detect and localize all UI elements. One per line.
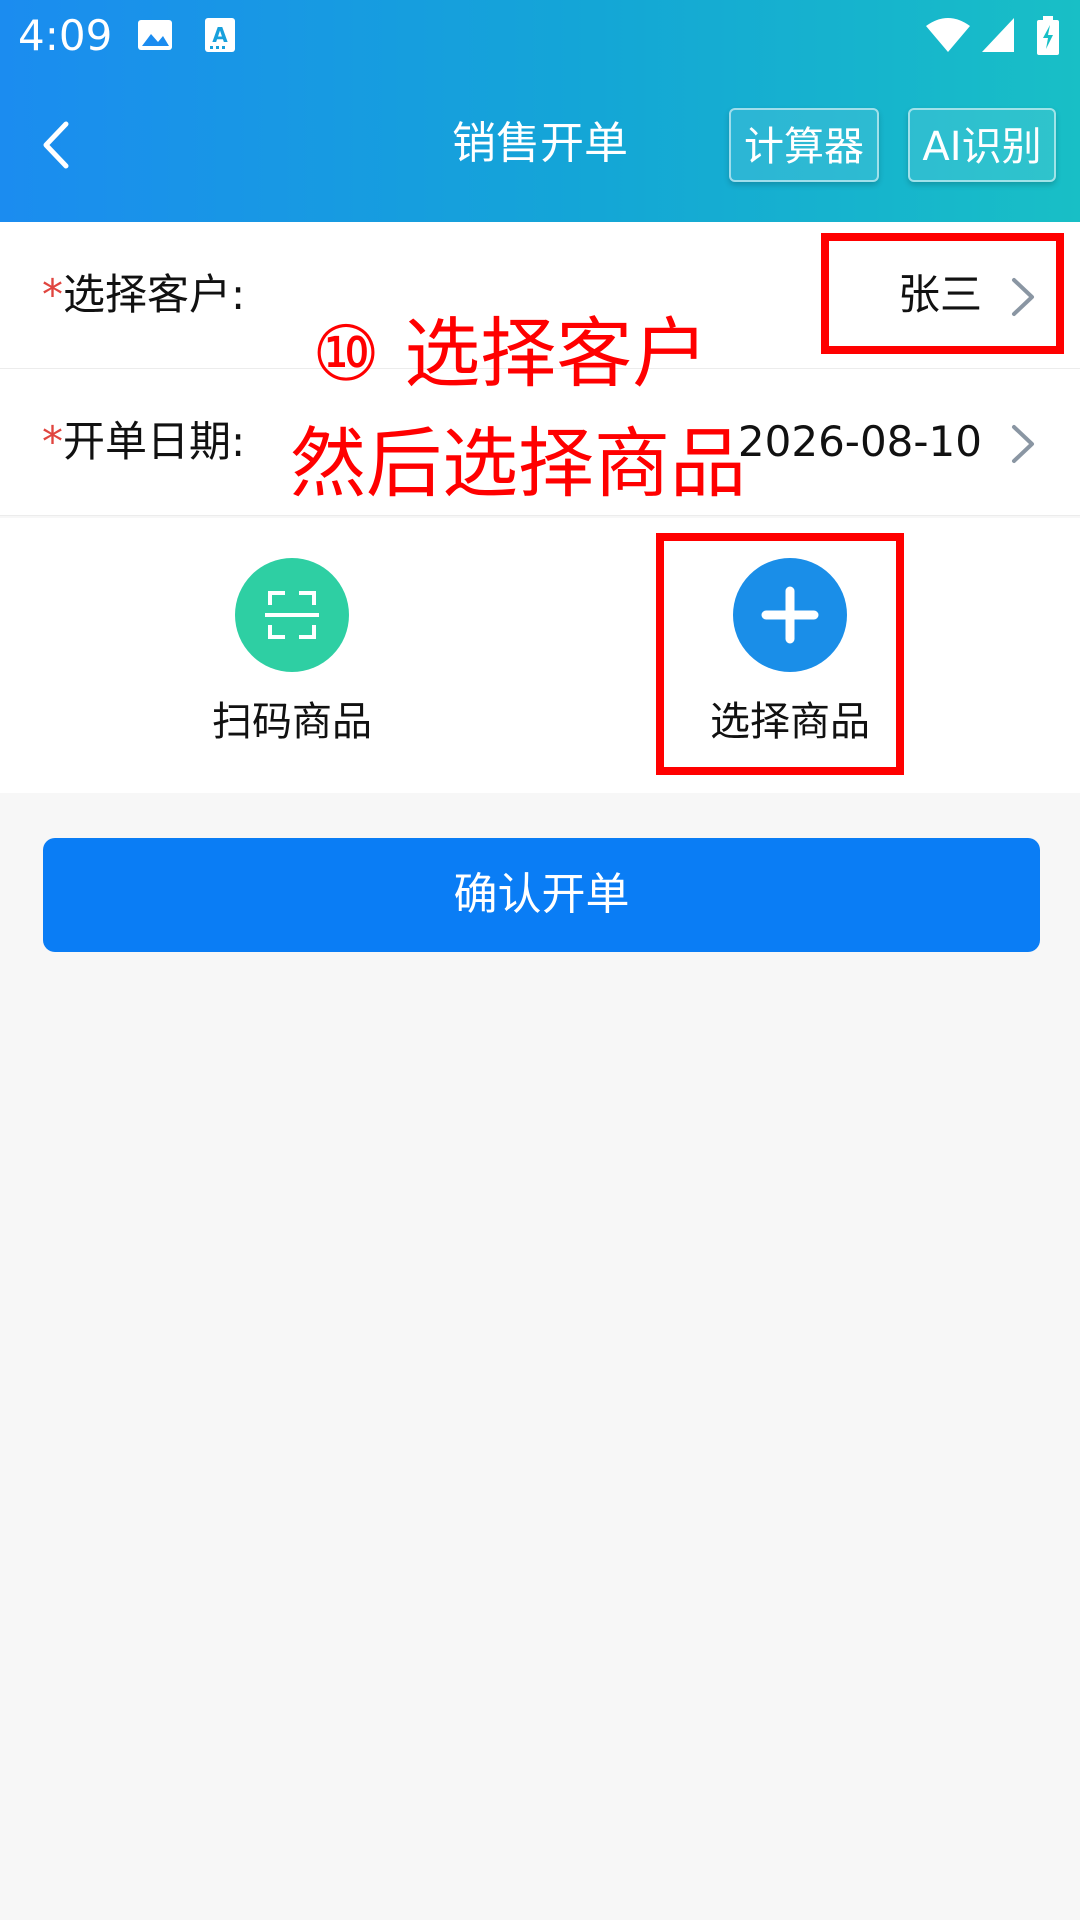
annotation-step-text: ⑩ 选择客户: [312, 309, 709, 398]
status-time: 4:09: [18, 11, 113, 60]
svg-text:A: A: [212, 23, 228, 47]
scan-product-button[interactable]: 扫码商品: [162, 558, 422, 750]
calculator-button[interactable]: 计算器: [729, 108, 879, 182]
scan-product-label: 扫码商品: [212, 699, 372, 745]
annotation-then-text: 然后选择商品: [290, 419, 746, 508]
confirm-order-button[interactable]: 确认开单: [43, 838, 1040, 952]
required-mark: *: [42, 417, 63, 466]
image-icon: [138, 20, 172, 50]
customer-label: *选择客户:: [42, 270, 246, 319]
annotation-box-select-product: [656, 533, 904, 775]
chevron-right-icon: [1012, 425, 1034, 463]
annotation-box-customer: [821, 233, 1064, 354]
required-mark: *: [42, 270, 63, 319]
text-recognition-icon: A: [205, 18, 235, 52]
ai-recognize-button[interactable]: AI识别: [908, 108, 1056, 182]
scan-icon: [235, 558, 349, 672]
cell-signal-icon: [982, 18, 1014, 52]
nav-bar: 销售开单 计算器 AI识别: [0, 90, 1080, 200]
product-actions: 扫码商品 选择商品: [0, 518, 1080, 793]
battery-charging-icon: [1037, 16, 1059, 55]
wifi-icon: [926, 18, 970, 52]
date-label: *开单日期:: [42, 417, 246, 466]
status-bar: 4:09 A: [0, 0, 1080, 72]
date-value: 2026-08-10: [737, 417, 982, 466]
app-header: 4:09 A 销售开单 计算器 AI识别: [0, 0, 1080, 222]
